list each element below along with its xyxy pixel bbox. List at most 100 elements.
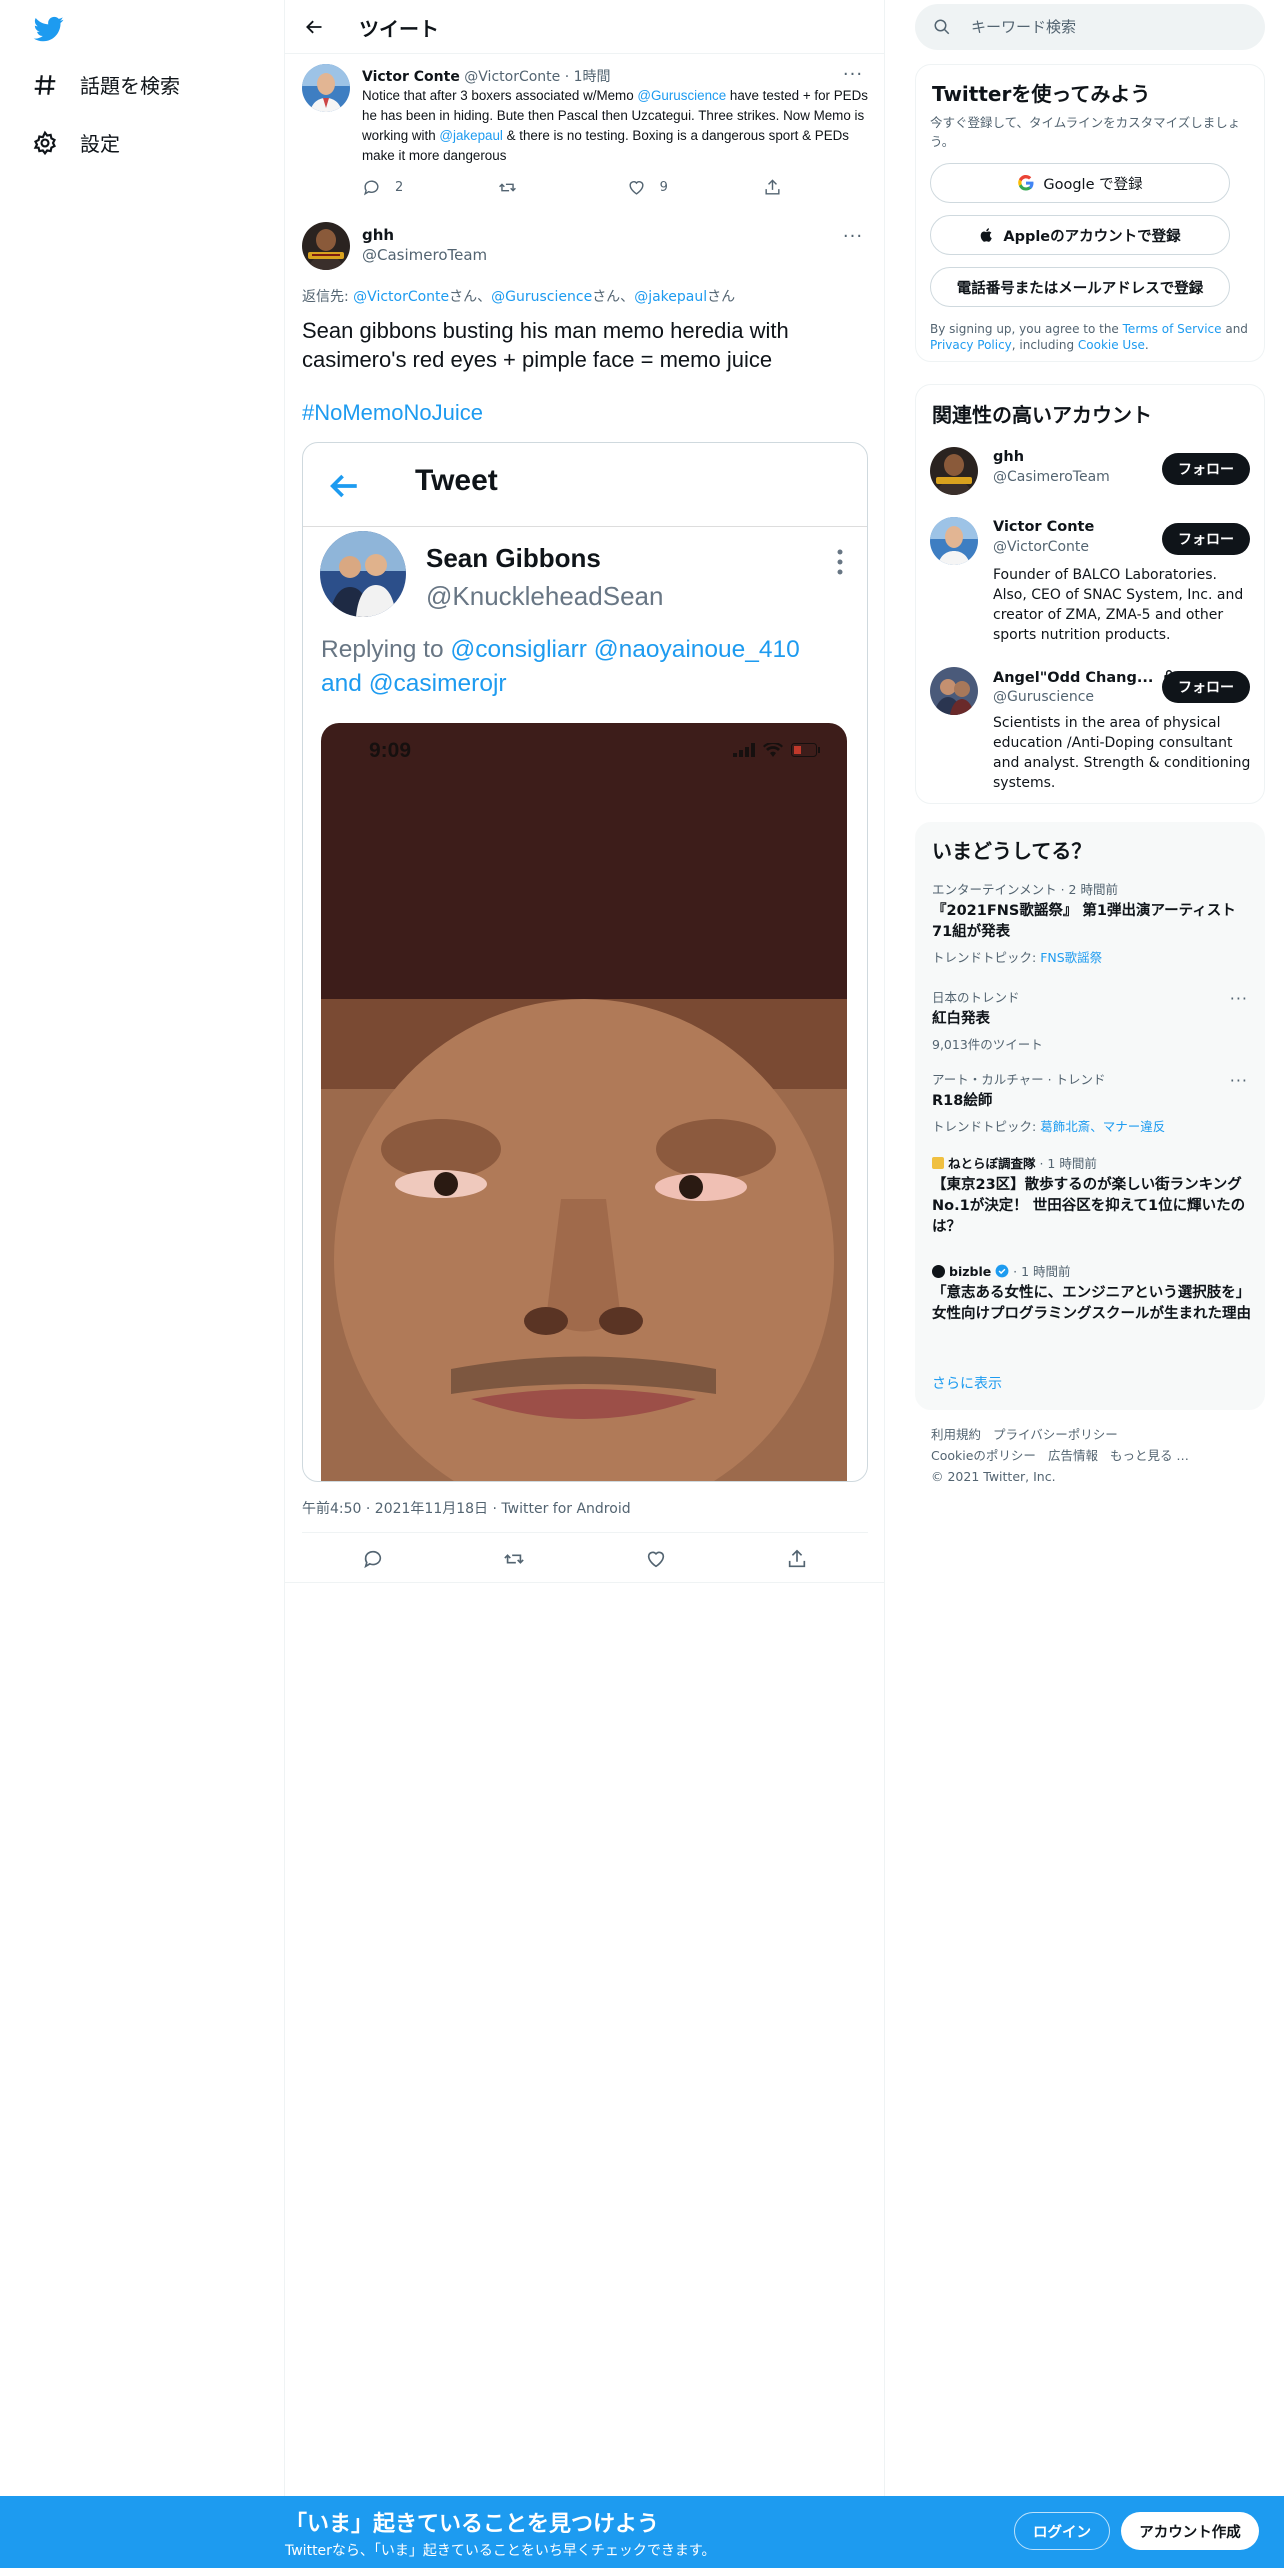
share-icon [789,1549,806,1568]
image-author-name: Sean Gibbons [426,543,601,573]
trend-meta: 日本のトレンド [932,990,1020,1005]
share-button[interactable] [774,1539,820,1579]
more-options-button[interactable]: ··· [838,226,868,247]
image-header-title: Tweet [415,464,498,497]
hashtag-link[interactable]: #NoMemoNoJuice [302,400,483,426]
mention-link[interactable]: @jakepaul [634,289,707,305]
share-button[interactable] [763,178,782,197]
search-input[interactable] [971,16,1241,38]
trend-sub-label: トレンドトピック: [932,950,1041,965]
image-tweet-header: Tweet [303,443,867,527]
phone-screenshot: 9:09 [321,723,847,1481]
author-name[interactable]: Victor Conte [362,69,460,85]
trend-topic-link[interactable]: FNS歌謡祭 [1040,950,1102,965]
retweet-button[interactable] [491,1539,537,1579]
related-title: 関連性の高いアカウント [932,403,1152,427]
news-title: 【東京23区】散歩するのが楽しい街ランキングNo.1が決定！ 世田谷区を抑えて1… [932,1177,1246,1235]
tweet-timestamp[interactable]: 午前4:50 · 2021年11月18日 · Twitter for Andro… [302,1498,631,1518]
tweet-time[interactable]: · 1時間 [565,69,611,85]
parent-tweet-author[interactable]: Victor Conte @VictorConte · 1時間 [362,66,611,86]
author-name[interactable]: ghh [362,226,394,244]
mention-link[interactable]: @Guruscience [637,88,726,103]
trends-panel: いまどうしてる？ エンターテインメント · 2 時間前 『2021FNS歌謡祭』… [915,822,1265,1410]
search-box[interactable] [915,4,1265,50]
mention-link[interactable]: @Guruscience [491,289,592,305]
account-name[interactable]: Angel"Odd Chang... [993,669,1176,686]
signup-subtitle: 今すぐ登録して、タイムラインをカスタマイズしましょう。 [930,115,1241,149]
show-more-link[interactable]: さらに表示 [932,1373,1002,1393]
phone-email-signup-label: 電話番号またはメールアドレスで登録 [956,280,1204,297]
image-reply-mention: @casimerojr [368,670,507,697]
news-item[interactable]: ねとらぼ調査隊 · 1 時間前 【東京23区】散歩するのが楽しい街ランキングNo… [932,1155,1252,1238]
reply-icon [364,1550,381,1569]
reply-count: 2 [395,180,404,195]
footer-link[interactable]: 利用規約 [931,1427,981,1442]
signup-button[interactable]: アカウント作成 [1121,2512,1259,2550]
privacy-link[interactable]: Privacy Policy [930,338,1012,352]
image-reply-line: Replying to @consigliarr @naoyainoue_410… [321,633,841,701]
person-avatar-icon [930,517,978,565]
wifi-icon [763,743,783,757]
account-bio: Founder of BALCO Laboratories. Also, CEO… [993,567,1244,643]
trend-item[interactable]: エンターテインメント · 2 時間前 『2021FNS歌謡祭』 第1弾出演アーテ… [932,881,1252,966]
group-photo-icon [320,531,406,617]
follow-button[interactable]: フォロー [1162,453,1250,485]
terms-segment: . [1144,338,1149,352]
avatar[interactable] [302,222,350,270]
reply-button[interactable]: 2 [362,178,403,197]
more-options-button[interactable]: ··· [838,64,868,85]
news-item[interactable]: bizble · 1 時間前 「意志ある女性に、エンジニアという選択肢を」 女性… [932,1263,1258,1325]
twitter-logo-icon[interactable] [32,14,66,44]
trend-meta: アート・カルチャー · トレンド [932,1072,1106,1087]
parent-tweet[interactable]: Victor Conte @VictorConte · 1時間 ··· Noti… [285,56,885,216]
share-icon [765,179,780,195]
honorific: さん、 [592,289,635,305]
login-button[interactable]: ログイン [1014,2512,1110,2550]
trend-item[interactable]: アート・カルチャー · トレンド R18絵師 トレンドトピック: 葛飾北斎、マナ… [932,1071,1252,1135]
mention-link[interactable]: @jakepaul [439,128,502,143]
author-handle[interactable]: @CasimeroTeam [362,246,487,264]
trend-meta: エンターテインメント · 2 時間前 [932,882,1118,897]
bottom-bar-title: 「いま」起きていることを見つけよう [285,2512,660,2537]
like-button[interactable]: 9 [627,178,668,197]
retweet-button[interactable] [498,178,531,197]
battery-icon [791,743,820,757]
follow-button[interactable]: フォロー [1162,523,1250,555]
account-name[interactable]: ghh [993,449,1024,465]
footer-link[interactable]: もっと見る … [1110,1448,1189,1463]
tweet-media-image[interactable]: Tweet Sean Gibbons @KnuckleheadSean Repl… [302,442,868,1482]
footer-link[interactable]: Cookieのポリシー [931,1448,1036,1463]
avatar[interactable] [930,667,978,715]
account-bio: Scientists in the area of physical educa… [993,715,1251,791]
apple-signup-button[interactable]: Appleのアカウントで登録 [930,215,1230,255]
more-options-button[interactable]: ··· [1230,1071,1248,1090]
cookie-link[interactable]: Cookie Use [1078,338,1145,352]
nav-settings[interactable]: 設定 [32,128,120,157]
trend-item[interactable]: 日本のトレンド 紅白発表 9,013件のツイート ··· [932,989,1252,1053]
mention-link[interactable]: @VictorConte [353,289,449,305]
account-name[interactable]: Victor Conte [993,519,1094,535]
parent-tweet-actions: 2 9 [362,178,782,197]
news-source: ねとらぼ調査隊 [948,1156,1036,1171]
terms-link[interactable]: Terms of Service [1123,322,1222,336]
source-logo-icon [932,1157,944,1169]
trend-sub: トレンドトピック: FNS歌謡祭 [932,947,1252,966]
footer-link[interactable]: プライバシーポリシー [993,1427,1118,1442]
nav-explore[interactable]: 話題を検索 [32,70,180,99]
trend-topic-link[interactable]: 葛飾北斎、マナー違反 [1040,1119,1165,1134]
follow-button[interactable]: フォロー [1162,671,1250,703]
google-signup-button[interactable]: Google で登録 [930,163,1230,203]
phone-email-signup-button[interactable]: 電話番号またはメールアドレスで登録 [930,267,1230,307]
like-button[interactable] [633,1539,679,1579]
back-button[interactable] [299,12,329,42]
reply-button[interactable] [350,1539,396,1579]
heart-icon [647,1551,664,1568]
person-avatar-icon [302,64,350,112]
avatar[interactable] [930,517,978,565]
news-time: · 1 時間前 [1035,1156,1097,1171]
avatar[interactable] [930,447,978,495]
avatar[interactable] [302,64,350,112]
more-options-button[interactable]: ··· [1230,989,1248,1008]
honorific: さん [707,289,736,305]
footer-link[interactable]: 広告情報 [1048,1448,1098,1463]
